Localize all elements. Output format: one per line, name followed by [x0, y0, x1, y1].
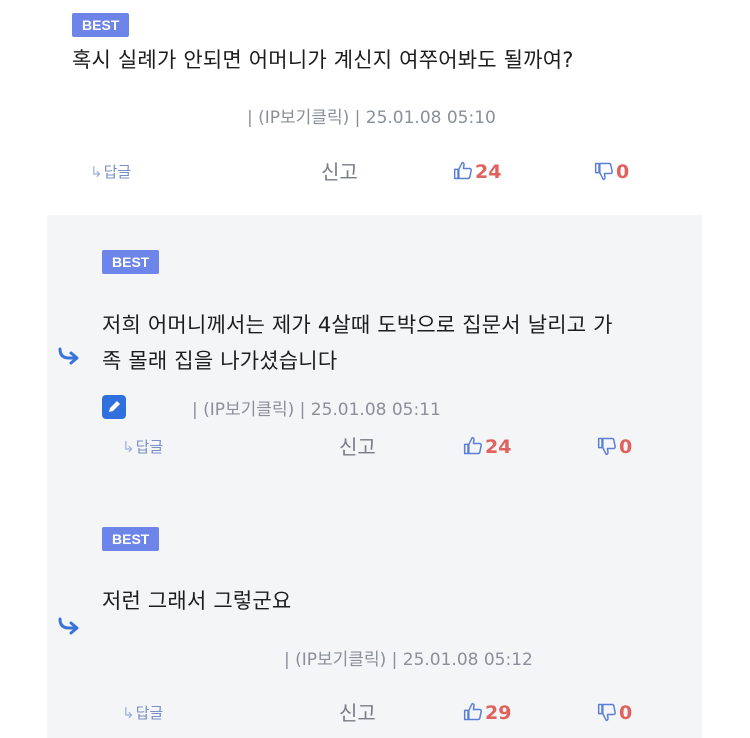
best-badge: BEST	[72, 13, 130, 37]
thumbs-up-icon	[463, 436, 482, 455]
best-badge: BEST	[102, 250, 160, 274]
thumbs-up-icon	[463, 702, 482, 721]
nested-reply-arrow-icon	[58, 617, 79, 635]
best-badge: BEST	[102, 527, 160, 551]
upvote-button[interactable]: 29	[463, 698, 511, 728]
reply-arrow-icon: ↳	[90, 163, 103, 181]
upvote-count: 24	[475, 161, 502, 183]
downvote-count: 0	[616, 161, 630, 183]
comment-meta: | (IP보기클릭) | 25.01.08 05:11	[192, 400, 441, 420]
report-button[interactable]: 신고	[339, 432, 376, 462]
comment-meta: | (IP보기클릭) | 25.01.08 05:12	[284, 650, 533, 670]
reply-label: 답글	[135, 704, 164, 722]
reply-button[interactable]: ↳답글	[122, 698, 163, 728]
comment-meta: | (IP보기클릭) | 25.01.08 05:10	[247, 108, 496, 128]
reply-button[interactable]: ↳답글	[122, 432, 163, 462]
comment-2: BEST 저희 어머니께서는 제가 4살때 도박으로 집문서 날리고 가 족 몰…	[47, 215, 702, 493]
reply-label: 답글	[135, 438, 164, 456]
upvote-count: 29	[485, 702, 512, 724]
upvote-count: 24	[485, 436, 512, 458]
reply-label: 답글	[103, 163, 132, 181]
comment-text-line: 족 몰래 집을 나가셨습니다	[102, 349, 338, 373]
report-button[interactable]: 신고	[339, 698, 376, 728]
comment-text: 저희 어머니께서는 제가 4살때 도박으로 집문서 날리고 가 족 몰래 집을 …	[102, 307, 613, 379]
nested-reply-arrow-icon	[58, 347, 79, 365]
reply-arrow-icon: ↳	[122, 438, 135, 456]
comment-text-line: 저희 어머니께서는 제가 4살때 도박으로 집문서 날리고 가	[102, 313, 613, 337]
comment-text: 저런 그래서 그렇군요	[102, 583, 291, 619]
comment-3: BEST 저런 그래서 그렇군요 | (IP보기클릭) | 25.01.08 0…	[47, 493, 702, 738]
upvote-button[interactable]: 24	[453, 157, 501, 187]
report-button[interactable]: 신고	[321, 157, 358, 187]
comment-text-line: 저런 그래서 그렇군요	[102, 589, 292, 613]
pencil-icon[interactable]	[102, 395, 126, 419]
upvote-button[interactable]: 24	[463, 432, 511, 462]
downvote-button[interactable]: 0	[597, 432, 632, 462]
thumbs-down-icon	[594, 162, 613, 181]
comment-text: 혹시 실례가 안되면 어머니가 계신지 여쭈어봐도 될까여?	[72, 42, 574, 78]
downvote-button[interactable]: 0	[597, 698, 632, 728]
thumbs-down-icon	[597, 703, 616, 722]
reply-arrow-icon: ↳	[122, 704, 135, 722]
downvote-count: 0	[619, 702, 633, 724]
comment-text-line: 혹시 실례가 안되면 어머니가 계신지 여쭈어봐도 될까여?	[72, 48, 574, 72]
thumbs-up-icon	[453, 161, 472, 180]
reply-button[interactable]: ↳답글	[90, 157, 131, 187]
downvote-button[interactable]: 0	[594, 157, 629, 187]
comment-1: BEST 혹시 실례가 안되면 어머니가 계신지 여쭈어봐도 될까여? | (I…	[0, 0, 750, 215]
thumbs-down-icon	[597, 437, 616, 456]
downvote-count: 0	[619, 436, 633, 458]
